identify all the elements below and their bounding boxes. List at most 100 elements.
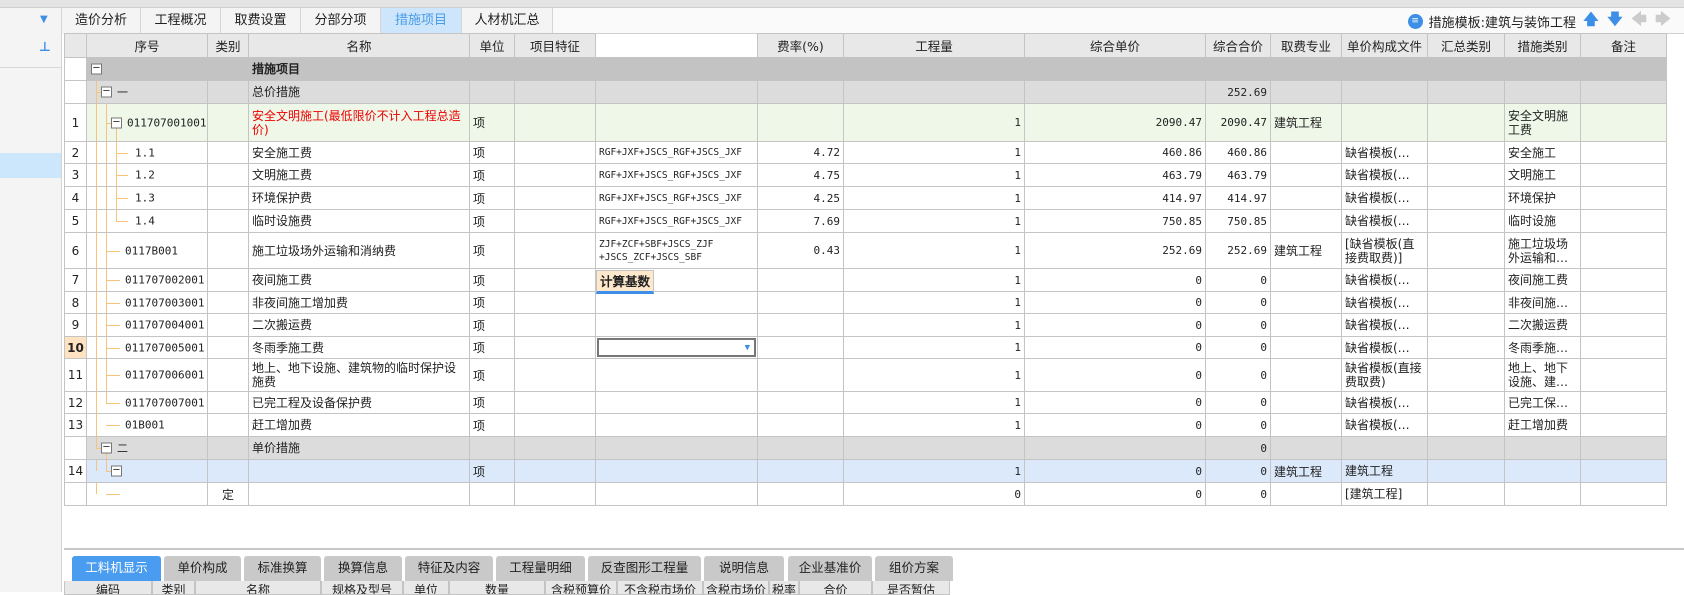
unit-cell[interactable]: 项	[469, 336, 515, 359]
major-cell[interactable]	[1270, 57, 1342, 81]
row-number[interactable]: 3	[64, 163, 87, 187]
note-cell[interactable]	[1580, 186, 1667, 210]
qty-cell[interactable]: 1	[843, 413, 1025, 437]
mcat-cell[interactable]: 夜间施工费	[1504, 268, 1581, 292]
row-number[interactable]	[64, 482, 87, 506]
collapse-icon[interactable]: −	[101, 442, 112, 454]
name-cell[interactable]: 措施项目	[248, 57, 470, 81]
qty-cell[interactable]	[843, 436, 1025, 460]
mcat-cell[interactable]: 冬雨季施…	[1504, 336, 1581, 359]
sequence-cell[interactable]: −	[86, 57, 208, 81]
note-cell[interactable]	[1580, 391, 1667, 414]
name-cell[interactable]: 已完工程及设备保护费	[248, 391, 470, 414]
total-cell[interactable]: 0	[1205, 459, 1271, 483]
bottom-tab-4[interactable]: 换算信息	[324, 556, 402, 581]
bottom-column-header[interactable]: 单位	[403, 581, 449, 595]
group-row[interactable]: − 措施项目	[64, 57, 1667, 81]
table-row[interactable]: 2 1.1 安全施工费项 RGF+JXF+JSCS_RGF+JSCS_JXF 4.72 1…	[64, 141, 1667, 164]
row-number[interactable]: 5	[64, 209, 87, 233]
unit-cell[interactable]	[469, 57, 515, 81]
file-cell[interactable]	[1341, 103, 1428, 142]
sequence-cell[interactable]: − 一	[86, 80, 208, 104]
note-cell[interactable]	[1580, 336, 1667, 359]
type-cell[interactable]	[207, 163, 249, 187]
total-cell[interactable]: 252.69	[1205, 232, 1271, 269]
name-cell[interactable]: 非夜间施工增加费	[248, 291, 470, 314]
rate-cell[interactable]	[757, 436, 844, 460]
table-row[interactable]: 13 01B001 赶工增加费项 1 0 0 缺省模板(… 赶工增加费	[64, 413, 1667, 437]
sum-cell[interactable]	[1427, 336, 1505, 359]
bottom-column-header[interactable]: 是否暂估	[872, 581, 950, 595]
mcat-cell[interactable]	[1504, 80, 1581, 104]
sequence-cell[interactable]: 1.1	[86, 141, 208, 164]
rate-cell[interactable]: 4.25	[757, 186, 844, 210]
price-cell[interactable]: 2090.47	[1024, 103, 1206, 142]
column-header[interactable]: 单位	[469, 33, 515, 58]
row-number[interactable]: 10	[64, 336, 87, 359]
total-cell[interactable]: 0	[1205, 413, 1271, 437]
bottom-tab-10[interactable]: 组价方案	[875, 556, 953, 581]
qty-cell[interactable]: 1	[843, 336, 1025, 359]
measure-template[interactable]: ≡ 措施模板:建筑与装饰工程 🡅 🡇 🡄 🡆	[1407, 10, 1672, 31]
tab-3[interactable]: 取费设置	[221, 8, 301, 34]
note-cell[interactable]	[1580, 482, 1667, 506]
file-cell[interactable]	[1341, 57, 1428, 81]
file-cell[interactable]: 建筑工程	[1341, 459, 1428, 483]
type-cell[interactable]	[207, 141, 249, 164]
qty-cell[interactable]: 1	[843, 391, 1025, 414]
row-number[interactable]: 12	[64, 391, 87, 414]
rate-cell[interactable]	[757, 80, 844, 104]
feature-cell[interactable]	[514, 291, 596, 314]
qty-cell[interactable]: 1	[843, 141, 1025, 164]
price-cell[interactable]: 460.86	[1024, 141, 1206, 164]
column-header[interactable]: 综合单价	[1024, 33, 1206, 58]
major-cell[interactable]	[1270, 80, 1342, 104]
note-cell[interactable]	[1580, 358, 1667, 392]
calc-base-cell[interactable]: RGF+JXF+JSCS_RGF+JSCS_JXF	[595, 186, 758, 210]
major-cell[interactable]	[1270, 291, 1342, 314]
sequence-cell[interactable]: 0117B001	[86, 232, 208, 269]
qty-cell[interactable]	[843, 80, 1025, 104]
row-number[interactable]	[64, 80, 87, 104]
row-number[interactable]: 14	[64, 459, 87, 483]
unit-cell[interactable]: 项	[469, 232, 515, 269]
file-cell[interactable]: 缺省模板(…	[1341, 413, 1428, 437]
file-cell[interactable]: [建筑工程]	[1341, 482, 1428, 506]
calc-base-cell[interactable]: RGF+JXF+JSCS_RGF+JSCS_JXF	[595, 209, 758, 233]
name-cell[interactable]: 夜间施工费	[248, 268, 470, 292]
file-cell[interactable]: 缺省模板(…	[1341, 186, 1428, 210]
total-cell[interactable]: 0	[1205, 436, 1271, 460]
qty-cell[interactable]: 1	[843, 163, 1025, 187]
collapse-icon[interactable]: −	[111, 117, 122, 128]
unit-cell[interactable]: 项	[469, 291, 515, 314]
mcat-cell[interactable]: 非夜间施…	[1504, 291, 1581, 314]
feature-cell[interactable]	[514, 436, 596, 460]
bottom-tab-8[interactable]: 说明信息	[704, 556, 784, 581]
sum-cell[interactable]	[1427, 459, 1505, 483]
mcat-cell[interactable]: 地上、地下设施、建…	[1504, 358, 1581, 392]
feature-cell[interactable]	[514, 232, 596, 269]
mcat-cell[interactable]: 赶工增加费	[1504, 413, 1581, 437]
row-number[interactable]	[64, 436, 87, 460]
calc-base-dropdown[interactable]: ▼	[597, 338, 756, 357]
group-row[interactable]: − 二 单价措施 0	[64, 436, 1667, 460]
name-cell[interactable]	[248, 482, 470, 506]
price-cell[interactable]: 0	[1024, 459, 1206, 483]
sequence-cell[interactable]: 011707005001	[86, 336, 208, 359]
row-number[interactable]: 8	[64, 291, 87, 314]
price-cell[interactable]	[1024, 57, 1206, 81]
calc-base-cell[interactable]: ▼	[595, 336, 758, 359]
rate-cell[interactable]	[757, 57, 844, 81]
sum-cell[interactable]	[1427, 80, 1505, 104]
calc-base-cell[interactable]	[595, 57, 758, 81]
calc-base-cell[interactable]	[595, 103, 758, 142]
type-cell[interactable]	[207, 103, 249, 142]
collapse-icon[interactable]: −	[91, 63, 102, 75]
qty-cell[interactable]: 1	[843, 358, 1025, 392]
column-header[interactable]: 单价构成文件	[1341, 33, 1428, 58]
qty-cell[interactable]: 1	[843, 459, 1025, 483]
total-cell[interactable]: 460.86	[1205, 141, 1271, 164]
note-cell[interactable]	[1580, 232, 1667, 269]
column-header[interactable]: 汇总类别	[1427, 33, 1505, 58]
price-cell[interactable]	[1024, 436, 1206, 460]
